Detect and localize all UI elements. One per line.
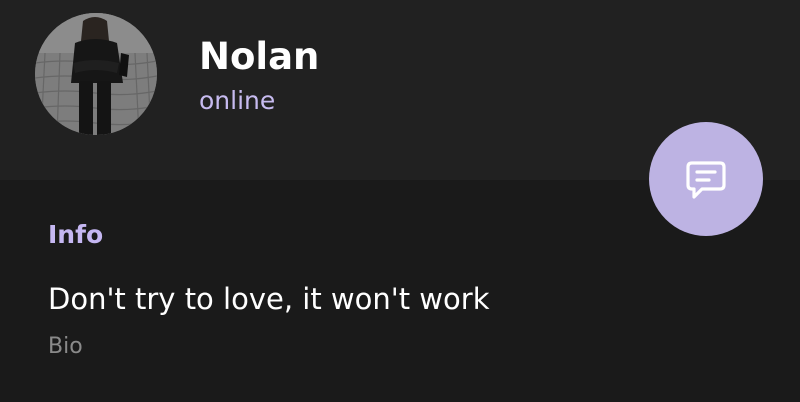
online-status: online (199, 86, 276, 115)
avatar-photo (35, 13, 157, 135)
send-message-button[interactable] (649, 122, 763, 236)
info-section-title: Info (48, 220, 104, 249)
avatar[interactable] (35, 13, 157, 135)
contact-name: Nolan (199, 35, 320, 78)
message-icon (686, 161, 726, 199)
bio-label: Bio (48, 334, 83, 359)
profile-screen: Nolan online Info Don't try to love, it … (0, 0, 800, 402)
bio-text[interactable]: Don't try to love, it won't work (48, 282, 490, 316)
